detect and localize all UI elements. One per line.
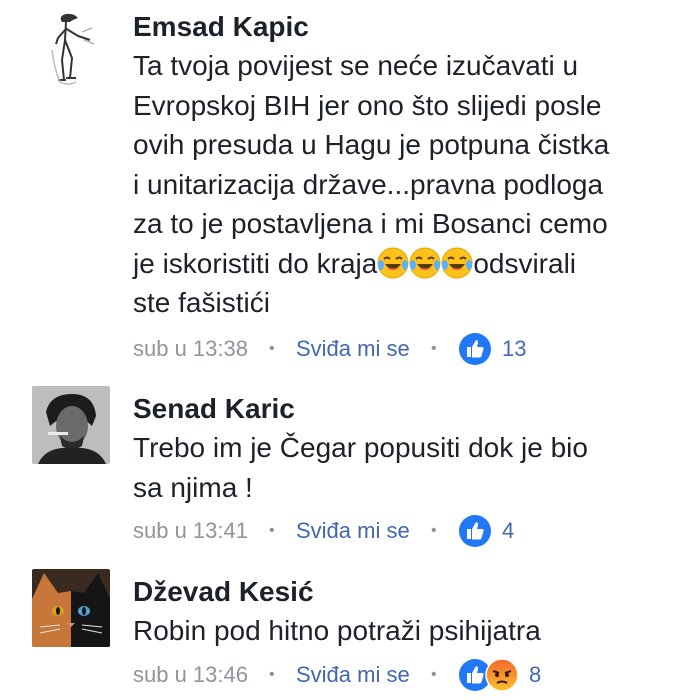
comment-meta: sub u 13:41 • Sviđa mi se • 4 (133, 514, 693, 548)
separator-dot: • (269, 666, 275, 683)
angry-icon[interactable] (485, 658, 519, 692)
avatar[interactable] (32, 386, 110, 464)
portrait-photo-avatar (32, 386, 110, 464)
comment-line: ovih presuda u Hagu je potpuna čistka (133, 129, 610, 160)
like-button[interactable]: Sviđa mi se (296, 514, 410, 548)
comment-timestamp[interactable]: sub u 13:38 (133, 332, 248, 366)
comment-timestamp[interactable]: sub u 13:41 (133, 514, 248, 548)
comment-text: Robin pod hitno potraži psihijatra (133, 611, 693, 651)
like-button[interactable]: Sviđa mi se (296, 332, 410, 366)
reaction-count[interactable]: 13 (502, 332, 526, 366)
avatar[interactable] (32, 569, 110, 647)
avatar[interactable] (32, 10, 110, 88)
laughing-crying-emoji (409, 247, 441, 278)
comment-line: je iskoristiti do kraja odsvirali (133, 244, 693, 284)
comment-line: sa njima ! (133, 471, 253, 503)
separator-dot: • (269, 522, 275, 539)
separator-dot: • (269, 340, 275, 357)
like-icon[interactable] (458, 332, 492, 366)
comment-line: ste fašistići (133, 287, 270, 318)
comment-timestamp[interactable]: sub u 13:46 (133, 658, 248, 692)
separator-dot: • (431, 666, 437, 683)
comment-line: i unitarizacija države...pravna podloga (133, 168, 604, 200)
separator-dot: • (431, 522, 437, 539)
comment-meta: sub u 13:46 • Sviđa mi se • 8 (133, 658, 693, 692)
comment-author[interactable]: Senad Karic (133, 392, 295, 426)
comment-line-segment: odsvirali (473, 247, 577, 279)
like-button[interactable]: Sviđa mi se (296, 658, 410, 692)
comment-line-segment: je iskoristiti do kraja (133, 247, 378, 279)
comment-line: Evropskoj BIH jer ono što slijedi posle (133, 89, 602, 121)
cat-photo-avatar (32, 569, 110, 647)
comment-line: Ta tvoja povijest se neće izučavati u (133, 50, 579, 81)
comment-line: Trebo im je Čegar popusiti dok je bio (133, 432, 588, 463)
like-icon[interactable] (458, 514, 492, 548)
comment-author[interactable]: Dževad Kesić (133, 575, 314, 609)
laughing-crying-emoji (441, 247, 473, 278)
separator-dot: • (431, 340, 437, 357)
reaction-count[interactable]: 8 (529, 658, 541, 692)
comment-text: Ta tvoja povijest se neće izučavati u Ev… (133, 46, 693, 323)
comment-author[interactable]: Emsad Kapic (133, 10, 309, 44)
comment-line: za to je postavljena i mi Bosanci cemo (133, 208, 608, 239)
comment-line: Robin pod hitno potraži psihijatra (133, 615, 541, 646)
comment-meta: sub u 13:38 • Sviđa mi se • 13 (133, 332, 693, 366)
sketch-figure-avatar (32, 10, 110, 88)
laughing-crying-emoji (377, 247, 409, 278)
reaction-count[interactable]: 4 (502, 514, 514, 548)
comment-text: Trebo im je Čegar popusiti dok je bio sa… (133, 428, 693, 507)
